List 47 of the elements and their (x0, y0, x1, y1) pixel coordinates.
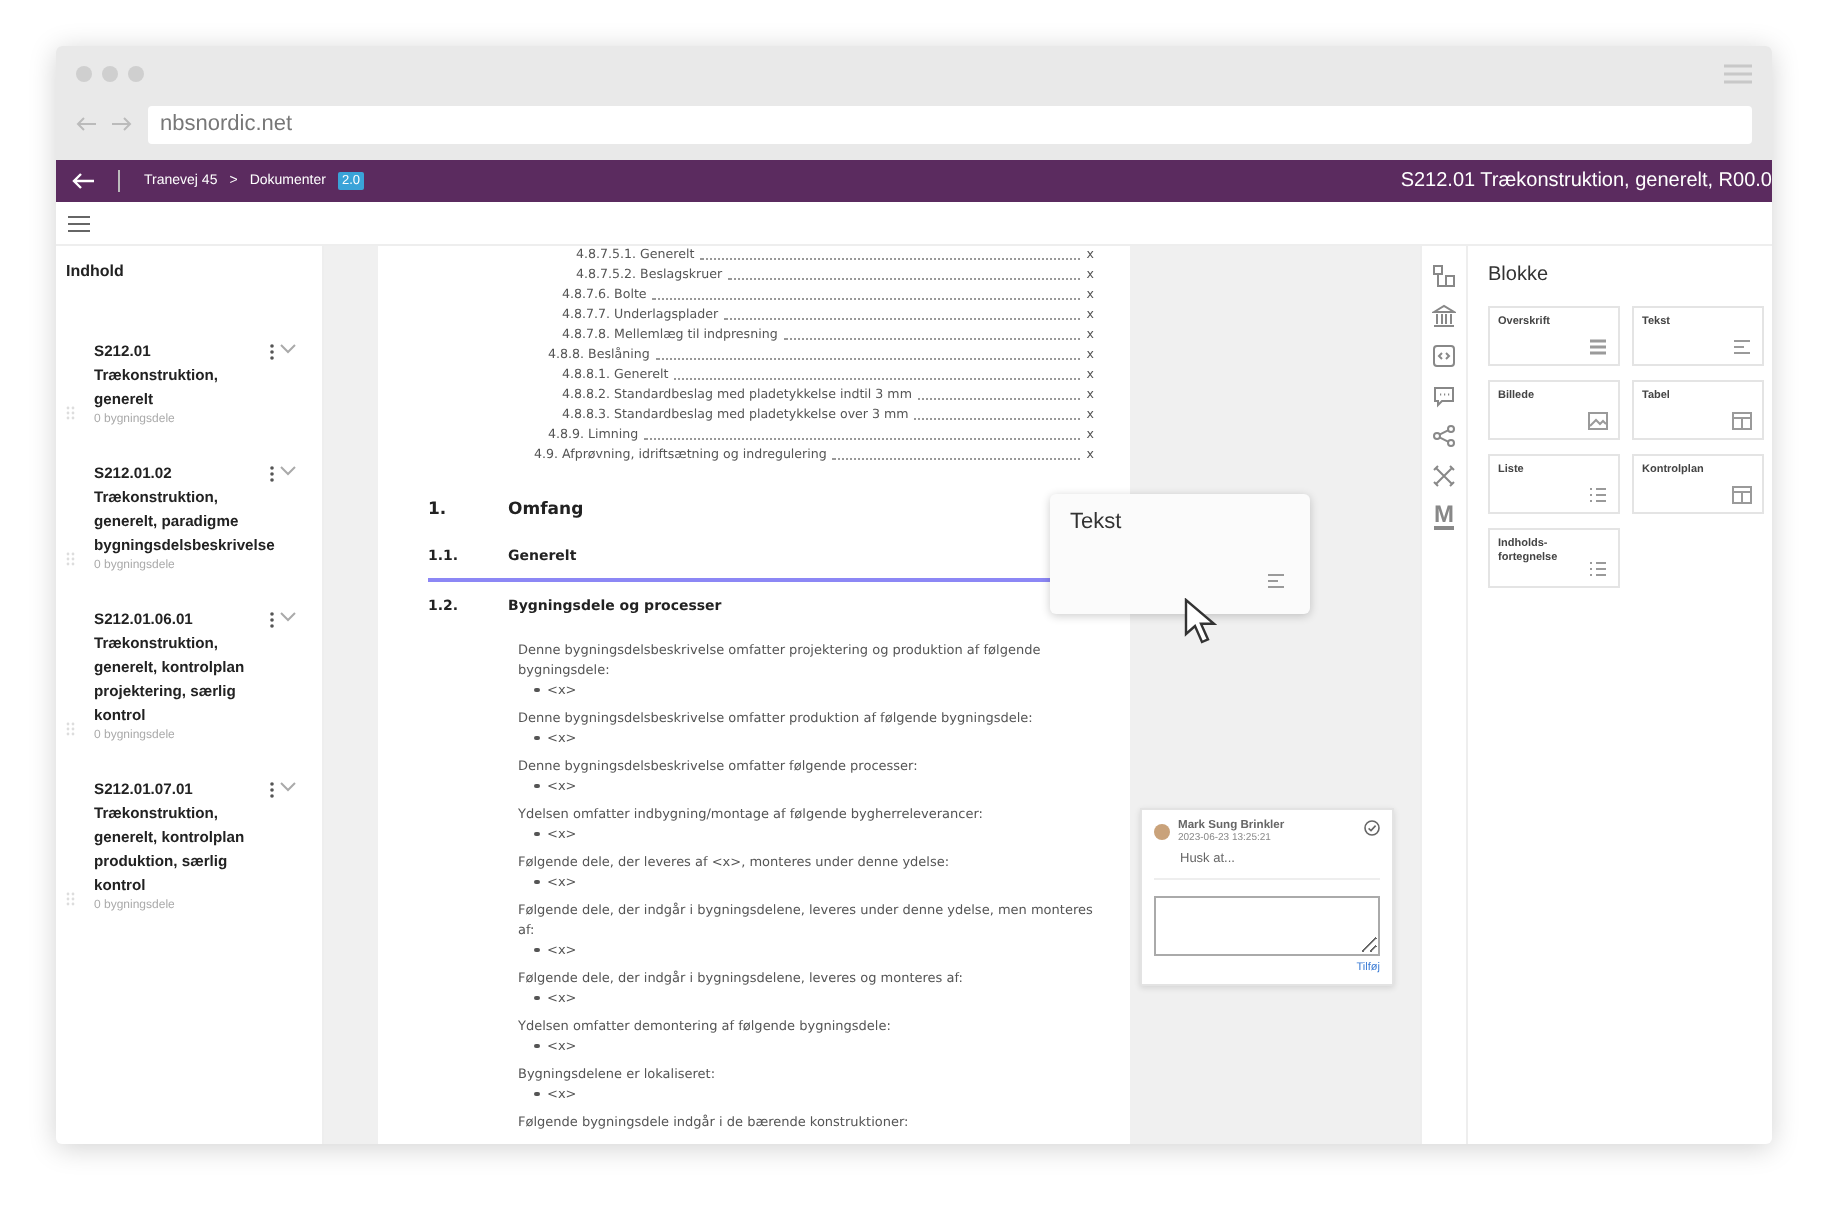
bullet-dot (534, 947, 539, 953)
address-bar[interactable]: nbsnordic.net (148, 105, 1752, 143)
chapter-heading: Omfang (508, 499, 584, 519)
share-icon[interactable] (1432, 424, 1456, 448)
window-dot[interactable] (102, 66, 118, 82)
menu-icon[interactable] (68, 215, 90, 231)
sidebar-title: Indhold (66, 262, 126, 280)
forward-arrow-icon[interactable] (112, 116, 132, 132)
drag-handle-icon[interactable] (66, 406, 76, 420)
bullet-dot (534, 995, 539, 1001)
text-block-icon (1732, 338, 1752, 356)
drag-handle-icon[interactable] (66, 552, 76, 566)
reply-field[interactable] (1154, 896, 1380, 956)
code-icon[interactable] (1432, 344, 1456, 368)
bullet-dot (534, 735, 539, 741)
drag-handle-icon[interactable] (66, 722, 76, 736)
resolve-check-icon[interactable] (1364, 820, 1380, 836)
heading-number: 1. (428, 499, 449, 519)
chevron-down-icon[interactable] (280, 782, 296, 792)
bullet-dot (534, 783, 539, 789)
dragged-block-card: Tekst (1050, 494, 1310, 614)
m-logo[interactable]: M (1434, 504, 1454, 530)
panel-title: Blokke (1488, 264, 1551, 286)
chevron-down-icon[interactable] (280, 466, 296, 476)
list-block-icon (1588, 486, 1608, 504)
avatar (1154, 824, 1170, 840)
hierarchy-icon[interactable] (1432, 264, 1456, 288)
drag-handle-icon[interactable] (66, 892, 76, 906)
bullet-dot (534, 1043, 539, 1049)
chevron-down-icon[interactable] (280, 612, 296, 622)
chevron-down-icon[interactable] (280, 344, 296, 354)
window-dot[interactable] (76, 66, 92, 82)
bullet-dot (534, 879, 539, 885)
image-block-icon (1588, 412, 1608, 430)
table-block-icon (1732, 412, 1752, 430)
table-block-icon (1732, 486, 1752, 504)
list-block-icon (1588, 560, 1608, 578)
bullet-dot (534, 831, 539, 837)
tools-icon[interactable] (1432, 464, 1456, 488)
document-title: S212.01 Trækonstruktion, generelt, R00.0 (1400, 170, 1772, 192)
bullet-dot (534, 687, 539, 693)
bullet-dot (534, 1091, 539, 1097)
heading-block-icon (1588, 338, 1608, 356)
window-dot[interactable] (128, 66, 144, 82)
bank-icon[interactable] (1432, 304, 1456, 328)
text-block-icon (1266, 572, 1286, 590)
chat-icon[interactable] (1432, 384, 1456, 408)
